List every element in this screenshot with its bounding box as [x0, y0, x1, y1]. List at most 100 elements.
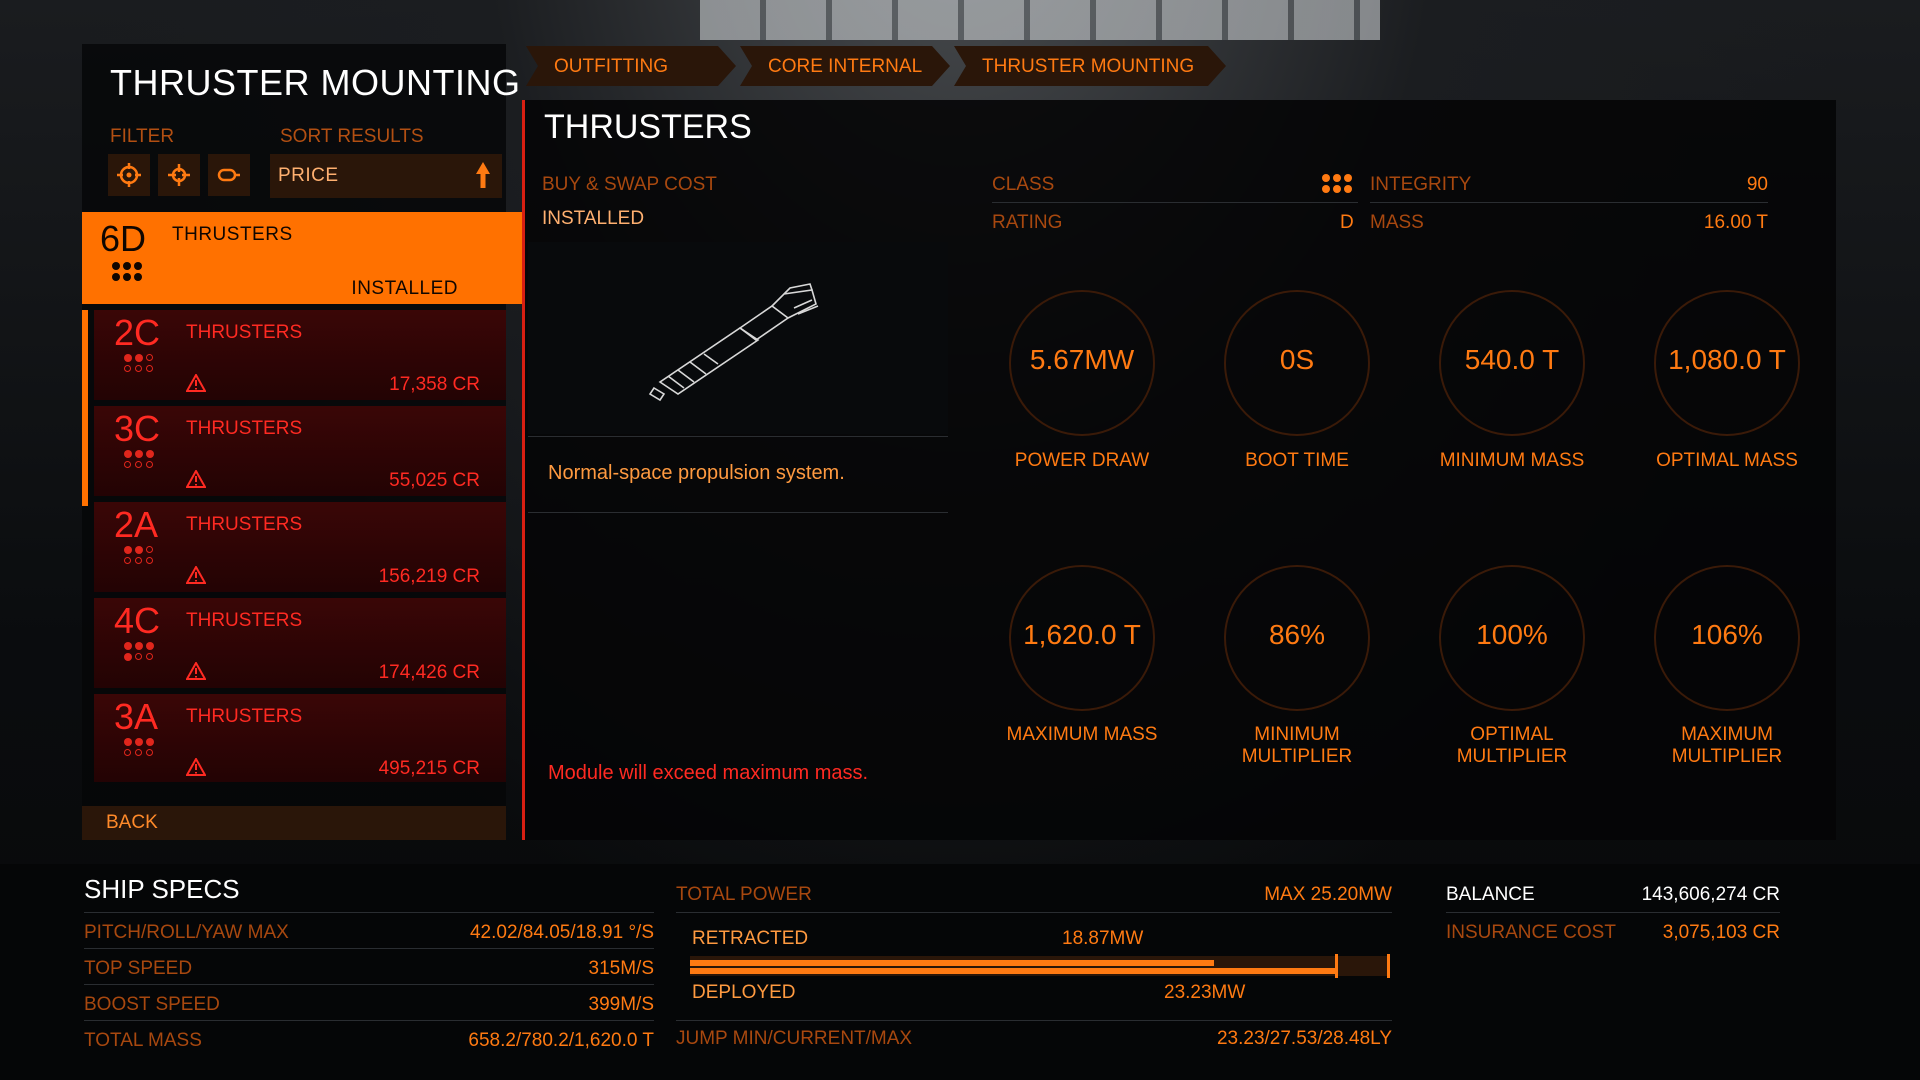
spec-label: TOTAL MASS	[84, 1030, 202, 1051]
installed-module-row[interactable]: 6D THRUSTERS INSTALLED	[82, 212, 524, 304]
gauge-label: OPTIMAL MASS	[1656, 450, 1798, 471]
gauge-label: OPTIMAL MULTIPLIER	[1456, 724, 1568, 767]
warning-icon	[186, 662, 206, 680]
class-dots-icon	[124, 354, 154, 372]
hangar-ceiling-lights	[700, 0, 1380, 40]
target-icon	[168, 164, 190, 186]
deployed-value: 23.23MW	[1164, 982, 1246, 1003]
filter-internal-button[interactable]	[208, 154, 250, 196]
divider	[528, 512, 948, 513]
class-dots-icon	[1322, 174, 1352, 193]
retracted-power-fill	[690, 960, 1215, 966]
mass-warning: Module will exceed maximum mass.	[548, 762, 869, 784]
optimal-mass-gauge: 1,080.0 T	[1654, 290, 1800, 436]
filter-utility-button[interactable]	[158, 154, 200, 196]
module-class: 6D	[100, 218, 147, 259]
breadcrumb-label: OUTFITTING	[554, 56, 668, 77]
insurance-value: 3,075,103 CR	[1662, 922, 1780, 943]
gauge-label: POWER DRAW	[1014, 450, 1150, 471]
boot-time-gauge: 0S	[1224, 290, 1370, 436]
gauge-value: 1,620.0 T	[1023, 619, 1141, 650]
list-item[interactable]: 4C THRUSTERS 174,426 CR	[94, 598, 506, 688]
buy-swap-value: INSTALLED	[542, 208, 645, 229]
gauge-value: 86%	[1268, 619, 1326, 650]
module-price: 495,215 CR	[378, 758, 480, 779]
balance-label: BALANCE	[1446, 884, 1535, 905]
arrow-up-icon	[476, 162, 490, 188]
maximum-mass-gauge: 1,620.0 T	[1009, 565, 1155, 711]
sort-dropdown[interactable]: PRICE	[270, 154, 502, 198]
list-scrollbar[interactable]	[82, 310, 88, 506]
module-class: 2C	[114, 312, 161, 353]
spec-label: PITCH/ROLL/YAW MAX	[84, 922, 289, 943]
module-image	[528, 242, 948, 434]
gauge-value: 100%	[1476, 619, 1548, 650]
list-item[interactable]: 3C THRUSTERS 55,025 CR	[94, 406, 506, 496]
spec-value: 42.02/84.05/18.91 °/S	[469, 922, 654, 943]
breadcrumb-outfitting[interactable]: OUTFITTING	[526, 46, 736, 86]
gauge-label: BOOT TIME	[1245, 450, 1349, 471]
module-price: 17,358 CR	[389, 374, 480, 395]
module-name: THRUSTERS	[186, 322, 303, 343]
module-name: THRUSTERS	[186, 706, 303, 727]
installed-status: INSTALLED	[351, 278, 458, 299]
breadcrumb-core-internal[interactable]: CORE INTERNAL	[740, 46, 950, 86]
gauge-value: 0S	[1279, 344, 1315, 375]
minimum-mass-gauge: 540.0 T	[1439, 290, 1585, 436]
module-name: THRUSTERS	[186, 514, 303, 535]
spec-value: 399M/S	[588, 994, 654, 1015]
class-dots-icon	[124, 450, 154, 468]
list-item[interactable]: 2C THRUSTERS 17,358 CR	[94, 310, 506, 400]
module-price: 156,219 CR	[378, 566, 480, 587]
warning-icon	[186, 758, 206, 776]
max-power-value: MAX 25.20MW	[1264, 884, 1392, 905]
jump-range-label: JUMP MIN/CURRENT/MAX	[676, 1028, 913, 1049]
back-button[interactable]: BACK	[82, 806, 506, 840]
rating-label: RATING	[992, 212, 1063, 233]
list-item[interactable]: 3A THRUSTERS 495,215 CR	[94, 694, 506, 782]
gauge-value: 5.67MW	[1029, 344, 1135, 375]
power-draw-gauge: 5.67MW	[1009, 290, 1155, 436]
warning-icon	[186, 566, 206, 584]
integrity-label: INTEGRITY	[1370, 174, 1472, 195]
gauge-label: MAXIMUM MULTIPLIER	[1671, 724, 1783, 767]
gauge-value: 1,080.0 T	[1668, 344, 1786, 375]
divider	[1370, 202, 1768, 203]
gauge-value: 540.0 T	[1464, 344, 1560, 375]
total-power-label: TOTAL POWER	[676, 884, 812, 905]
module-name: THRUSTERS	[186, 610, 303, 631]
power-capacity-marker	[1387, 954, 1390, 978]
module-price: 55,025 CR	[389, 470, 480, 491]
module-class: 4C	[114, 600, 161, 641]
breadcrumb-thruster-mounting[interactable]: THRUSTER MOUNTING	[954, 46, 1226, 86]
warning-divider	[522, 100, 525, 840]
spec-row: TOTAL MASS 658.2/780.2/1,620.0 T	[84, 1022, 654, 1058]
divider	[992, 202, 1358, 203]
class-dots-icon	[112, 262, 142, 281]
retracted-value: 18.87MW	[1062, 928, 1144, 949]
filter-weapons-button[interactable]	[108, 154, 150, 196]
ship-specs-title: SHIP SPECS	[84, 874, 240, 904]
divider	[84, 948, 654, 949]
spec-row: BOOST SPEED 399M/S	[84, 986, 654, 1022]
mass-value: 16.00 T	[1703, 212, 1768, 233]
spec-label: TOP SPEED	[84, 958, 193, 979]
module-name: THRUSTERS	[186, 418, 303, 439]
spec-value: 315M/S	[588, 958, 654, 979]
divider	[84, 984, 654, 985]
minimum-multiplier-gauge: 86%	[1224, 565, 1370, 711]
divider	[84, 1020, 654, 1021]
divider	[676, 1020, 1392, 1021]
divider	[84, 912, 654, 913]
divider	[676, 912, 1392, 913]
filter-label: FILTER	[110, 126, 175, 147]
power-bar	[690, 954, 1390, 978]
list-item[interactable]: 2A THRUSTERS 156,219 CR	[94, 502, 506, 592]
spec-value: 658.2/780.2/1,620.0 T	[468, 1030, 654, 1051]
sort-label: SORT RESULTS	[280, 126, 424, 147]
class-dots-icon	[124, 738, 154, 756]
module-description: Normal-space propulsion system.	[548, 462, 845, 484]
thruster-model-icon	[648, 283, 819, 402]
maximum-multiplier-gauge: 106%	[1654, 565, 1800, 711]
mass-label: MASS	[1370, 212, 1424, 233]
